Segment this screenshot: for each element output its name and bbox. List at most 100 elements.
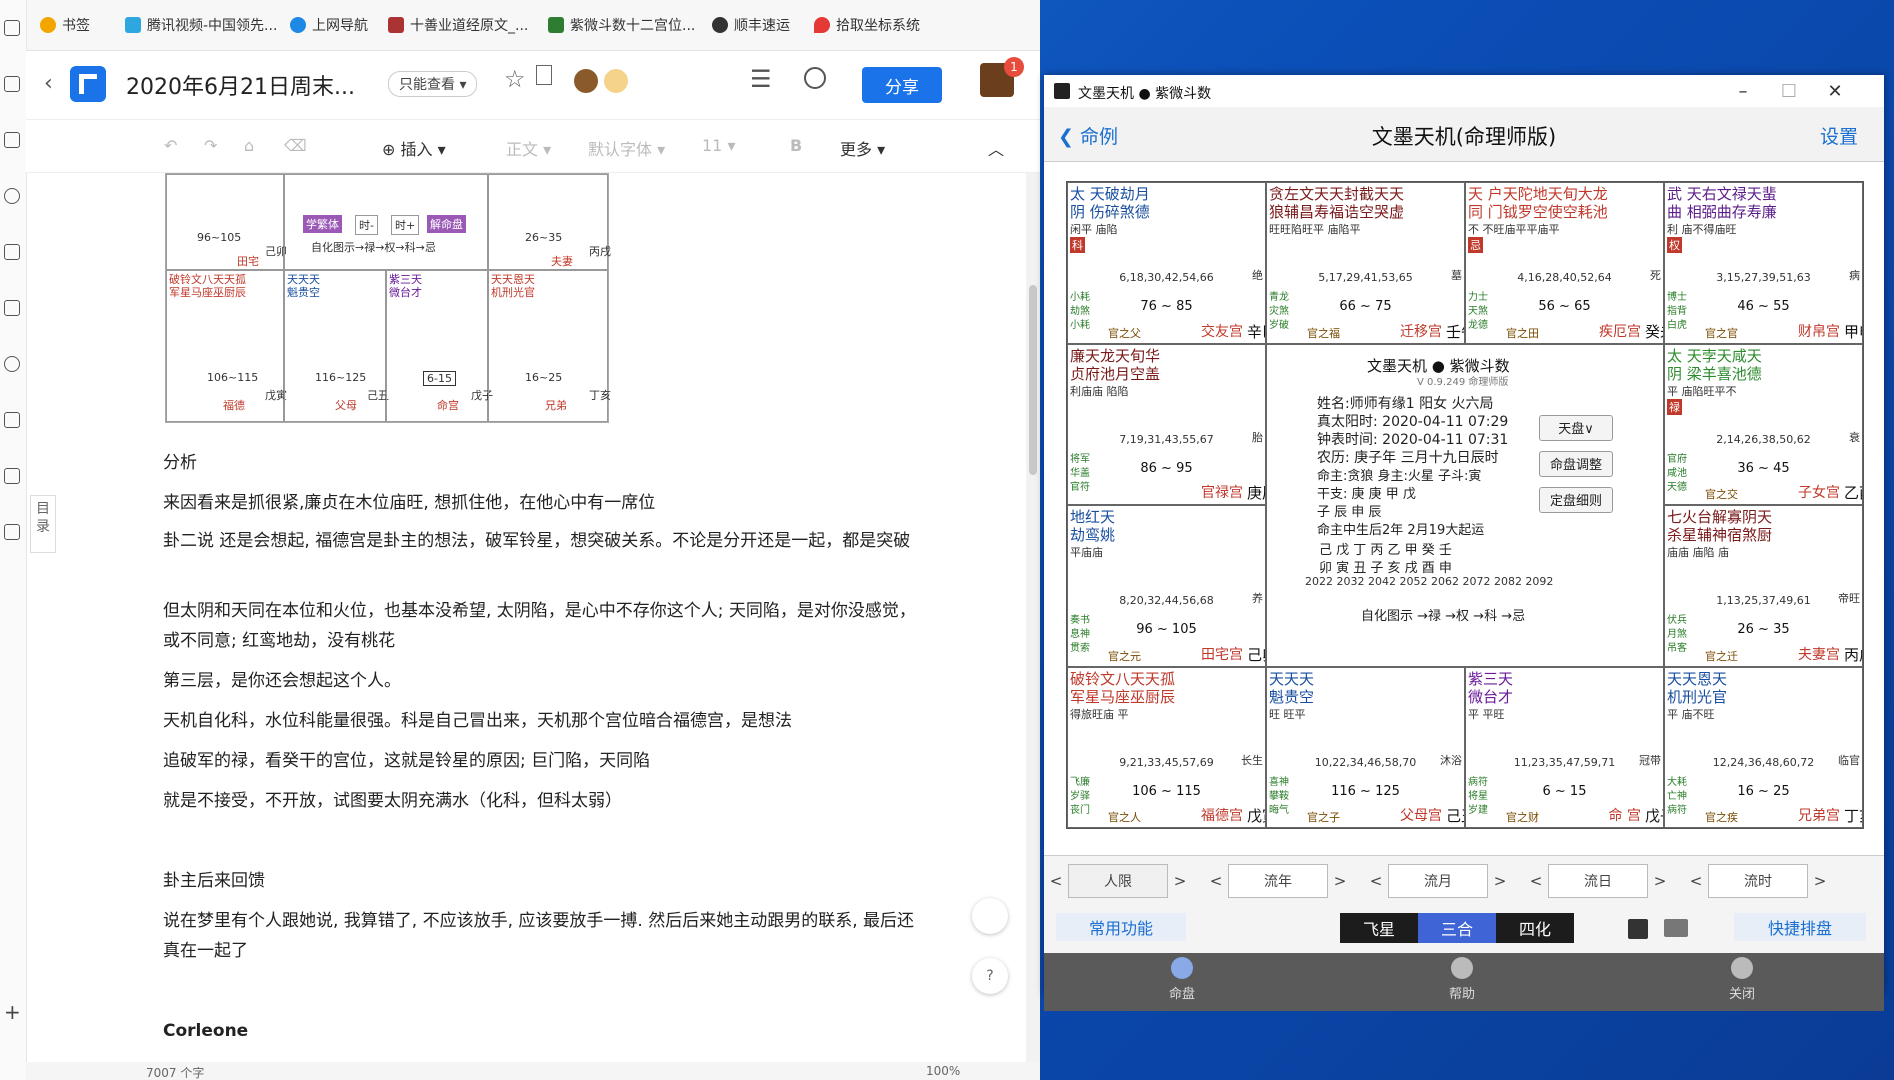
palace-cell[interactable]: 天 户天陀地天旬大龙 同 门钺罗空使空耗池不 不旺庙平平庙平忌 4,16,28,4… — [1465, 182, 1664, 344]
grid-icon[interactable] — [4, 468, 20, 484]
page-icon — [388, 17, 404, 33]
format-painter-icon[interactable]: ⌂ — [244, 136, 254, 155]
more-button[interactable]: 更多 ▾ — [840, 136, 885, 160]
center-line1: 姓名:师师有缘1 阳女 火六局 — [1317, 395, 1494, 412]
bookmark-coords[interactable]: 拾取坐标系统 — [814, 14, 920, 36]
quick-chart-button[interactable]: 快捷排盘 — [1734, 913, 1866, 941]
font-select[interactable]: 默认字体 ▾ — [588, 136, 665, 160]
book-icon[interactable] — [4, 132, 20, 148]
palace-cell[interactable]: 武 天右文禄天蜚 曲 相弼曲存寿廉利 庙不得庙旺权 3,15,27,39,51,6… — [1664, 182, 1863, 344]
avatar[interactable] — [604, 69, 628, 93]
mini-center: 学繁体 时- 时+ 解命盘 自化图示→禄→权→科→忌 — [284, 174, 488, 270]
next-arrow[interactable]: > — [1648, 864, 1672, 898]
liuri-tab[interactable]: 流日 — [1548, 864, 1648, 898]
center-stems: 己 戊 丁 丙 乙 甲 癸 壬 — [1319, 542, 1452, 558]
next-arrow[interactable]: > — [1328, 864, 1352, 898]
liunian-tab[interactable]: 流年 — [1228, 864, 1328, 898]
prev-arrow[interactable]: < — [1044, 864, 1068, 898]
chart-rules-button[interactable]: 定盘细则 — [1539, 486, 1613, 513]
palace-cell[interactable]: 破铃文八天天孤 军星马座巫厨辰 得旅旺庙 平 9,21,33,45,57,69 106… — [1067, 666, 1266, 828]
center-line4: 农历: 庚子年 三月十九日辰时 — [1317, 449, 1499, 466]
doc-paragraph: 分析 — [163, 453, 197, 473]
zoom-level[interactable]: 100% — [926, 1064, 960, 1078]
help-icon[interactable]: ? — [972, 958, 1008, 994]
export-icon[interactable] — [536, 65, 552, 85]
add-icon[interactable]: + — [4, 1000, 21, 1024]
bookmark-tencent[interactable]: 腾讯视频-中国领先... — [125, 14, 277, 36]
clipboard-icon[interactable] — [4, 412, 20, 428]
list-icon[interactable] — [4, 20, 20, 36]
play-icon[interactable] — [804, 67, 826, 89]
prev-arrow[interactable]: < — [1684, 864, 1708, 898]
palace-cell[interactable]: 七火台解寡阴天 杀星辅神宿煞厨 庙庙 庙陷 庙 1,13,25,37,49,61 26… — [1664, 505, 1863, 667]
insert-button[interactable]: ⊕ 插入 ▾ — [382, 136, 446, 160]
sanhe-tab[interactable]: 三合 — [1418, 913, 1496, 943]
share-button[interactable]: 分享 — [862, 67, 942, 103]
ren-xian-tab[interactable]: 人限 — [1068, 864, 1168, 898]
liushi-tab[interactable]: 流时 — [1708, 864, 1808, 898]
qr-code-icon[interactable] — [972, 898, 1008, 934]
palace-cell[interactable]: 紫三天 微台才平 平旺 11,23,35,47,59,71 6 ~ 15 病符 将星 … — [1465, 666, 1664, 828]
settings-button[interactable]: 设置 — [1820, 122, 1858, 149]
bookmark-sutra[interactable]: 十善业道经原文_... — [388, 14, 528, 36]
avatar[interactable] — [574, 69, 598, 93]
save-icon[interactable] — [1628, 919, 1648, 939]
palace-cell[interactable]: 廉天龙天旬华 贞府池月空盖 利庙庙 陷陷 7,19,31,43,55,67 86 ~ … — [1067, 343, 1266, 505]
eraser-icon[interactable]: ⌫ — [284, 136, 307, 155]
size-select[interactable]: 11 ▾ — [702, 136, 735, 155]
star-icon[interactable] — [4, 76, 20, 92]
prev-arrow[interactable]: < — [1204, 864, 1228, 898]
palace-cell[interactable]: 天天天 魁贵空旺 旺平 10,22,34,46,58,70 116 ~ 125 喜神 … — [1266, 666, 1465, 828]
palace-brightness: 旺 旺平 — [1269, 707, 1306, 721]
palace-cell[interactable]: 太 天孛天咸天 阴 梁羊喜池德平 庙陷旺平不禄 2,14,26,38,50,62 3… — [1664, 343, 1863, 505]
sihua-badge: 权 — [1667, 237, 1682, 253]
bookmark-sf[interactable]: 顺丰速运 — [712, 14, 790, 36]
minimize-button[interactable]: – — [1720, 77, 1766, 105]
palace-name: 子女宫 — [1798, 485, 1840, 501]
redo-icon[interactable]: ↷ — [204, 136, 217, 155]
palace-ganzhi: 癸未 — [1645, 322, 1663, 341]
prev-arrow[interactable]: < — [1524, 864, 1548, 898]
help-nav-button[interactable]: 帮助 — [1422, 957, 1502, 1002]
next-arrow[interactable]: > — [1488, 864, 1512, 898]
scrollbar-thumb[interactable] — [1029, 285, 1037, 475]
next-arrow[interactable]: > — [1808, 864, 1832, 898]
palace-cell[interactable]: 贪左文天天封截天天 狼辅昌寿福诰空哭虚 旺旺陷旺平 庙陷平 5,17,29,41,5… — [1266, 182, 1465, 344]
palace-cell[interactable]: 天天恩天 机刑光官平 庙不旺 12,24,36,48,60,72 16 ~ 25 大耗… — [1664, 666, 1863, 828]
menu-icon[interactable]: ☰ — [750, 65, 772, 93]
prev-arrow[interactable]: < — [1364, 864, 1388, 898]
feixing-tab[interactable]: 飞星 — [1340, 913, 1418, 943]
close-nav-button[interactable]: 关闭 — [1702, 957, 1782, 1002]
cart-icon[interactable] — [4, 524, 20, 540]
maximize-button[interactable]: ☐ — [1766, 77, 1812, 105]
chart-adjust-button[interactable]: 命盘调整 — [1539, 450, 1613, 477]
video-icon[interactable] — [4, 244, 20, 260]
bookmark-ziwei[interactable]: 紫微斗数十二宫位... — [548, 14, 695, 36]
close-button[interactable]: ✕ — [1812, 77, 1858, 105]
sky-chart-button[interactable]: 天盘∨ — [1539, 414, 1613, 441]
star-outline-icon[interactable]: ☆ — [504, 65, 526, 93]
bold-button[interactable]: B — [790, 136, 802, 155]
liuyue-tab[interactable]: 流月 — [1388, 864, 1488, 898]
collapse-icon[interactable]: ︿ — [988, 136, 1004, 160]
search-icon[interactable] — [4, 188, 20, 204]
view-mode-pill[interactable]: 只能查看 ▾ — [388, 71, 478, 97]
palace-cell[interactable]: 地红天 劫鸾姚 平庙庙 8,20,32,44,56,68 96 ~ 105 奏书 息神 … — [1067, 505, 1266, 667]
style-select[interactable]: 正文 ▾ — [506, 136, 551, 160]
chevron-left-icon[interactable]: ‹ — [44, 71, 53, 96]
common-functions-button[interactable]: 常用功能 — [1056, 913, 1186, 941]
sihua-tab[interactable]: 四化 — [1496, 913, 1574, 943]
star-icon — [40, 17, 56, 33]
undo-icon[interactable]: ↶ — [164, 136, 177, 155]
palace-stage: 沐浴 — [1440, 753, 1462, 767]
bookmark-star[interactable]: 书签 — [40, 14, 90, 36]
chart-nav-button[interactable]: 命盘 — [1142, 957, 1222, 1002]
toc-tab[interactable]: 目录 — [30, 495, 56, 553]
next-arrow[interactable]: > — [1168, 864, 1192, 898]
print-icon[interactable] — [1664, 919, 1688, 937]
ve-icon[interactable] — [4, 300, 20, 316]
bookmark-nav[interactable]: 上网导航 — [290, 14, 368, 36]
palace-cell[interactable]: 太 天破劫月 阴 伤碎煞德 闲平 庙陷科 6,18,30,42,54,66 76 ~ … — [1067, 182, 1266, 344]
palace-name: 疾厄宫 — [1599, 323, 1641, 340]
clock-icon[interactable] — [4, 356, 20, 372]
